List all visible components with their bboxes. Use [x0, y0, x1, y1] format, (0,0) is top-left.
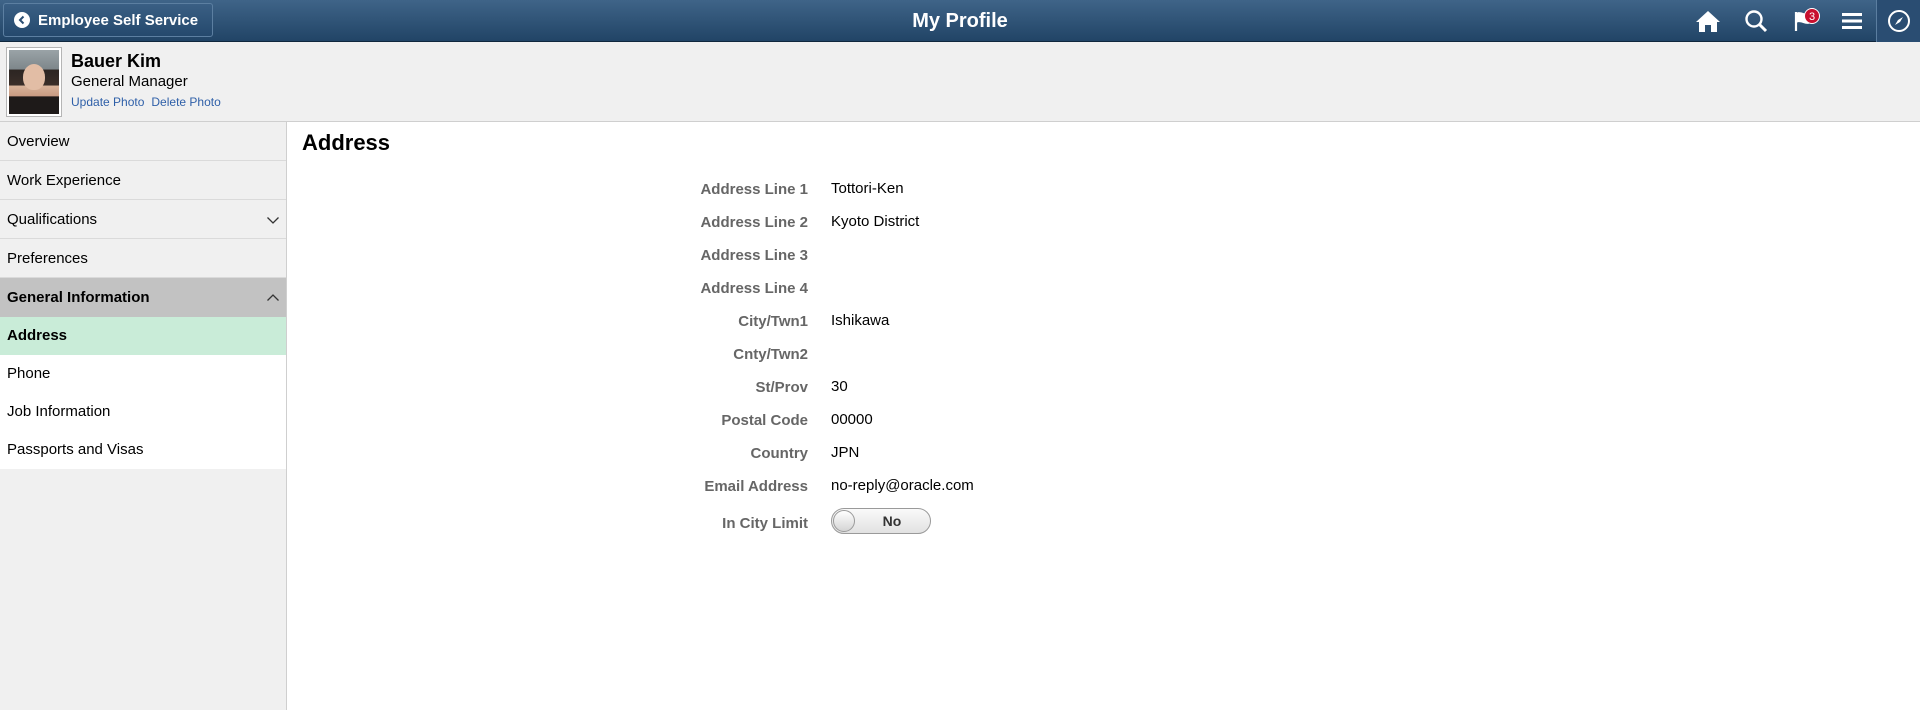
actions-menu-icon[interactable] [1828, 0, 1876, 42]
sidebar-item-label: Job Information [7, 403, 111, 420]
field-label: St/Prov [755, 379, 808, 396]
field-value: Ishikawa [831, 312, 890, 329]
sidebar-item-job-information[interactable]: Job Information [0, 393, 286, 431]
sidebar-item-preferences[interactable]: Preferences [0, 239, 286, 278]
sidebar-item-label: Qualifications [7, 211, 98, 228]
delete-photo-link[interactable]: Delete Photo [151, 95, 220, 109]
field-value: 00000 [831, 411, 873, 428]
field-value: Tottori-Ken [831, 180, 904, 197]
navbar-compass-icon[interactable] [1876, 0, 1920, 42]
field-label: Address Line 3 [700, 247, 808, 264]
sidebar-item-label: Preferences [7, 250, 88, 267]
sidebar-item-label: Phone [7, 365, 51, 382]
sidebar-item-label: Overview [7, 133, 70, 150]
update-photo-link[interactable]: Update Photo [71, 95, 144, 109]
field-row-in-city-limit: In City Limit No [288, 505, 1920, 538]
sidebar-item-address[interactable]: Address [0, 317, 286, 355]
chevron-down-icon [266, 200, 280, 239]
toggle-knob [833, 510, 855, 532]
field-label: Address Line 2 [700, 214, 808, 231]
field-label: Cnty/Twn2 [733, 346, 808, 363]
back-button-label: Employee Self Service [38, 11, 199, 29]
employee-name: Bauer Kim [71, 51, 162, 71]
search-icon[interactable] [1732, 0, 1780, 42]
sidebar-item-label: Address [7, 327, 68, 344]
field-label: City/Twn1 [738, 313, 808, 330]
field-row-postal-code: Postal Code 00000 [288, 404, 1920, 437]
back-button[interactable]: Employee Self Service [3, 3, 214, 37]
in-city-limit-toggle[interactable]: No [831, 508, 931, 534]
sidebar-item-label: Passports and Visas [7, 441, 144, 458]
field-value: 30 [831, 378, 848, 395]
sidebar-item-work-experience[interactable]: Work Experience [0, 161, 286, 200]
field-row-address-line-1: Address Line 1 Tottori-Ken [288, 173, 1920, 206]
field-row-state-province: St/Prov 30 [288, 371, 1920, 404]
field-value: JPN [831, 444, 860, 461]
field-row-address-line-3: Address Line 3 [288, 239, 1920, 272]
employee-job-title: General Manager [71, 73, 188, 90]
side-navigation: Overview Work Experience Qualifications … [0, 122, 287, 710]
field-label: In City Limit [722, 515, 808, 532]
field-label: Postal Code [721, 412, 808, 429]
section-title: Address [302, 130, 391, 155]
profile-header: Bauer Kim General Manager Update Photo D… [0, 42, 1920, 122]
sidebar-item-label: Work Experience [7, 172, 121, 189]
sidebar-group-general-information[interactable]: General Information [0, 278, 286, 317]
sidebar-item-phone[interactable]: Phone [0, 355, 286, 393]
back-chevron-icon [14, 12, 30, 28]
chevron-up-icon [266, 278, 280, 317]
home-icon[interactable] [1684, 0, 1732, 42]
page-title: My Profile [912, 10, 1008, 32]
sidebar-subitems: Address Phone Job Information Passports … [0, 317, 286, 469]
field-label: Address Line 4 [700, 280, 808, 297]
field-row-address-line-4: Address Line 4 [288, 272, 1920, 305]
field-row-county: Cnty/Twn2 [288, 338, 1920, 371]
sidebar-item-overview[interactable]: Overview [0, 122, 286, 161]
field-row-email-address: Email Address no-reply@oracle.com [288, 470, 1920, 503]
employee-photo [6, 47, 62, 117]
field-row-city: City/Twn1 Ishikawa [288, 305, 1920, 338]
main-content: Address Address Line 1 Tottori-Ken Addre… [288, 122, 1920, 710]
sidebar-item-passports-and-visas[interactable]: Passports and Visas [0, 431, 286, 469]
notifications-flag-icon[interactable]: 3 [1780, 0, 1828, 42]
sidebar-item-qualifications[interactable]: Qualifications [0, 200, 286, 239]
field-label: Email Address [704, 478, 808, 495]
field-label: Address Line 1 [700, 181, 808, 198]
sidebar-group-label: General Information [7, 289, 150, 306]
field-label: Country [750, 445, 809, 462]
toggle-value: No [882, 513, 902, 529]
field-row-address-line-2: Address Line 2 Kyoto District [288, 206, 1920, 239]
field-row-country: Country JPN [288, 437, 1920, 470]
field-value: no-reply@oracle.com [831, 477, 974, 494]
field-value: Kyoto District [831, 213, 920, 230]
top-banner: Employee Self Service My Profile 3 [0, 0, 1920, 42]
notification-count-badge: 3 [1804, 8, 1820, 24]
